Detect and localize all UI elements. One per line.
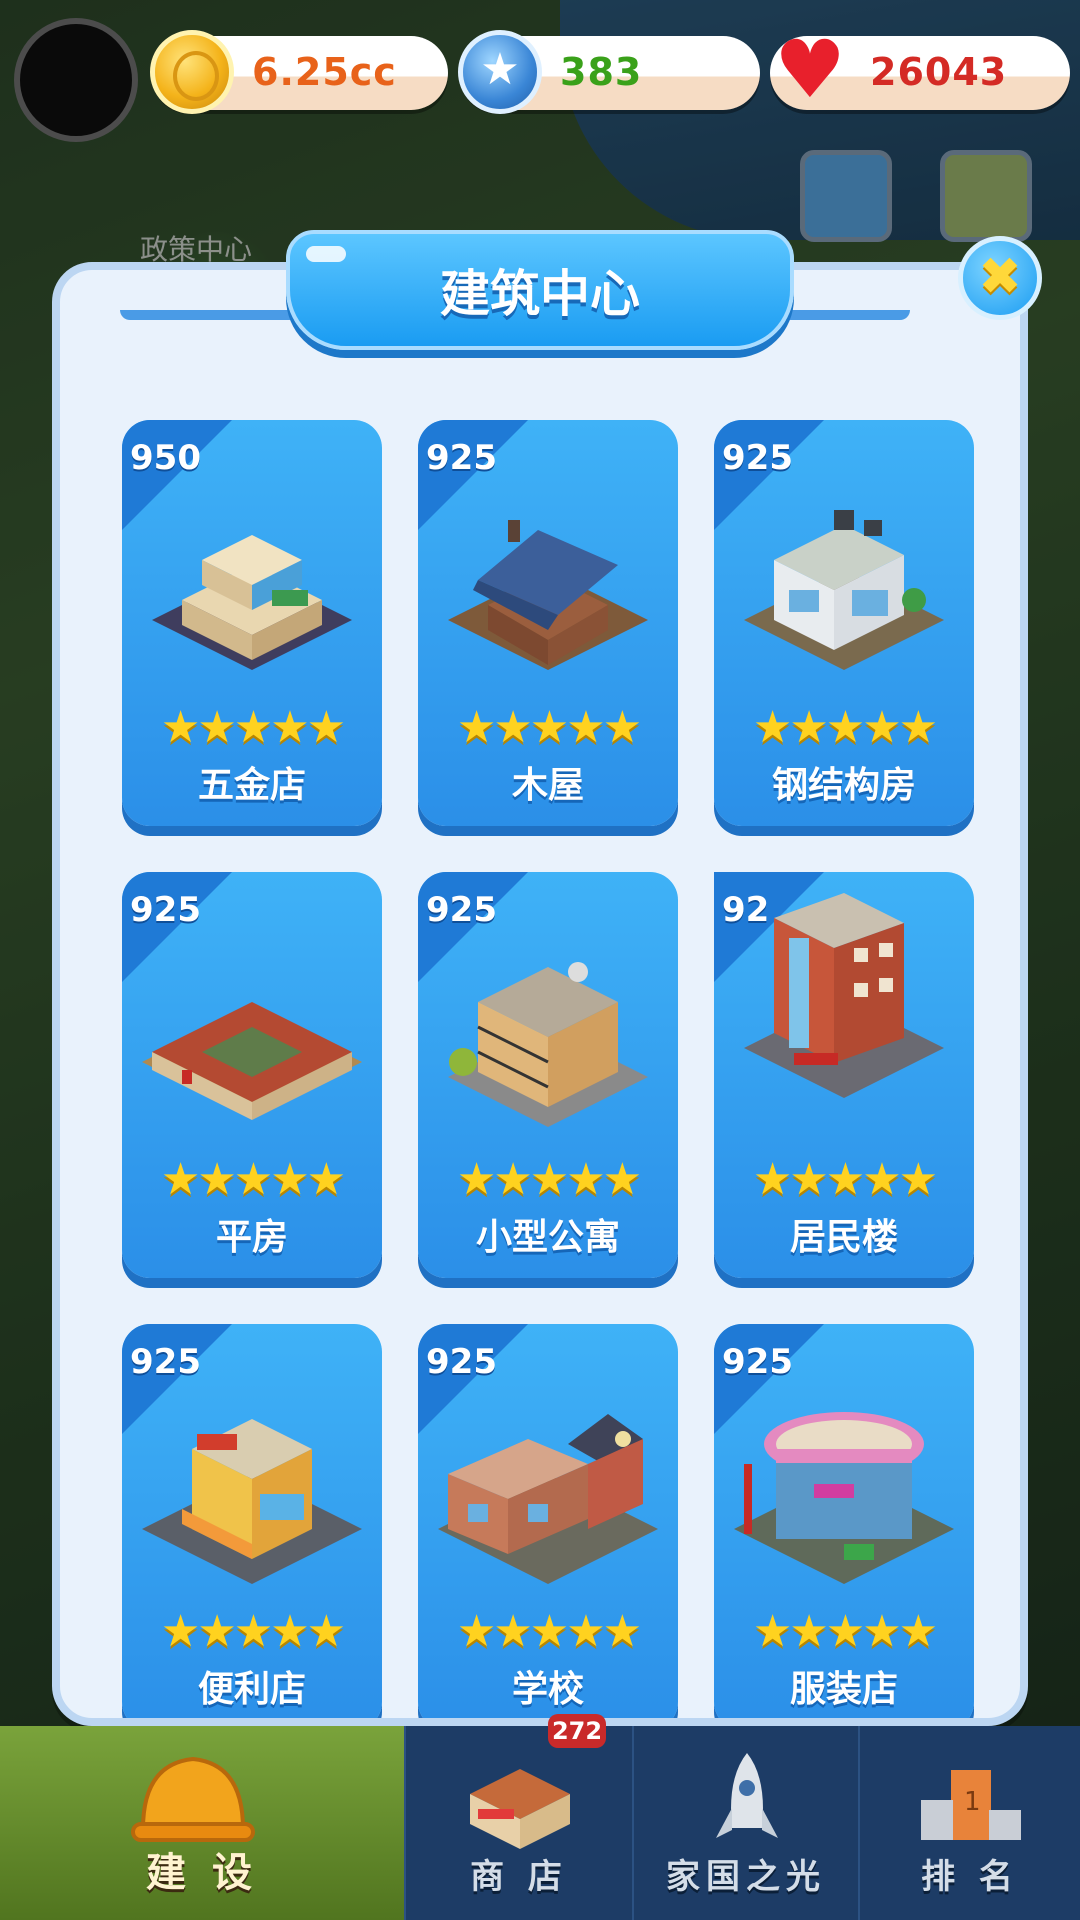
gold-coin-icon [150,30,234,114]
building-card-wooden-house[interactable]: 925 ★★★★★ 木屋 [418,420,678,826]
heart-value: 26043 [870,50,1008,94]
price-label: 925 [130,1342,201,1382]
price-label: 925 [426,890,497,930]
building-card-clothing-store[interactable]: 925 ★★★★★ 服装店 [714,1324,974,1718]
nav-label: 排 名 [921,1857,1019,1897]
building-center-panel: 950 ★★★★★ 五金店 925 ★★★★★ 木屋 925 ★★★★★ 钢结构… [52,262,1028,1726]
nav-tab-national-glory[interactable]: 家国之光 [632,1726,858,1920]
price-label: 950 [130,438,201,478]
panel-title-tab: 建筑中心 [286,230,794,350]
price-label: 925 [130,890,201,930]
tractor-button-icon[interactable] [940,150,1032,242]
shop-building-icon [470,1769,570,1849]
wooden-house-illustration [448,520,648,670]
bungalow-illustration [142,1002,362,1120]
rating-stars: ★★★★★ [160,1606,346,1657]
rating-stars: ★★★★★ [160,1154,346,1205]
nav-tab-ranking[interactable]: 1 排 名 [858,1726,1080,1920]
rating-stars: ★★★★★ [456,1606,642,1657]
rating-stars: ★★★★★ [752,1154,938,1205]
blue-star-gem-icon: ★ [458,30,542,114]
close-button[interactable]: ✖ [958,236,1042,320]
building-card-residential-building[interactable]: 92 ★★★★★ 居民楼 [714,872,974,1278]
coin-counter[interactable]: 6.25cc [150,30,448,114]
price-label: 925 [426,438,497,478]
building-card-bungalow[interactable]: 925 ★★★★★ 平房 [122,872,382,1278]
building-name: 五金店 [197,765,306,806]
nav-label: 家国之光 [666,1857,826,1897]
heart-counter[interactable]: ♥ 26043 [770,30,1070,110]
hard-hat-icon [131,1756,255,1842]
building-name: 钢结构房 [771,765,916,806]
residential-building-illustration [744,893,944,1098]
svg-text:1: 1 [964,1787,981,1817]
building-name: 学校 [511,1669,584,1710]
heart-icon: ♥ [774,23,846,116]
rating-stars: ★★★★★ [160,702,346,753]
convenience-store-illustration [142,1419,362,1584]
gem-value: 383 [560,50,643,94]
close-icon: ✖ [978,247,1022,307]
podium-icon: 1 [921,1770,1021,1840]
building-card-small-apartment[interactable]: 925 ★★★★★ 小型公寓 [418,872,678,1278]
player-avatar[interactable] [14,18,138,142]
nav-tab-shop[interactable]: 商 店 [404,1726,632,1920]
building-name: 便利店 [197,1669,306,1710]
hardware-store-illustration [152,535,352,670]
building-name: 平房 [215,1217,288,1258]
building-name: 木屋 [511,765,584,806]
building-card-convenience-store[interactable]: 925 ★★★★★ 便利店 [122,1324,382,1718]
building-card-steel-house[interactable]: 925 ★★★★★ 钢结构房 [714,420,974,826]
price-label: 925 [426,1342,497,1382]
nav-label: 建 设 [146,1850,258,1896]
building-name: 居民楼 [789,1217,898,1258]
nav-label: 商 店 [470,1857,568,1897]
price-label: 925 [722,438,793,478]
panel-title: 建筑中心 [440,265,640,323]
event-button-icon[interactable] [800,150,892,242]
school-illustration [438,1414,658,1584]
steel-house-illustration [744,510,944,670]
building-name: 小型公寓 [475,1217,620,1258]
rating-stars: ★★★★★ [456,702,642,753]
rocket-icon [716,1753,778,1838]
nav-tab-build[interactable]: 建 设 [0,1726,404,1920]
building-name: 服装店 [789,1669,898,1710]
bottom-navigation: 建 设 商 店 家国之光 1 排 名 [0,1726,1080,1920]
rating-stars: ★★★★★ [752,1606,938,1657]
rating-stars: ★★★★★ [752,702,938,753]
building-card-school[interactable]: 925 ★★★★★ 学校 [418,1324,678,1718]
small-apartment-illustration [448,962,648,1127]
coin-value: 6.25cc [252,50,397,94]
shop-badge: 272 [548,1714,606,1748]
rating-stars: ★★★★★ [456,1154,642,1205]
building-card-hardware-store[interactable]: 950 ★★★★★ 五金店 [122,420,382,826]
gem-counter[interactable]: ★ 383 [458,30,760,114]
clothing-store-illustration [734,1412,954,1584]
price-label: 925 [722,1342,793,1382]
